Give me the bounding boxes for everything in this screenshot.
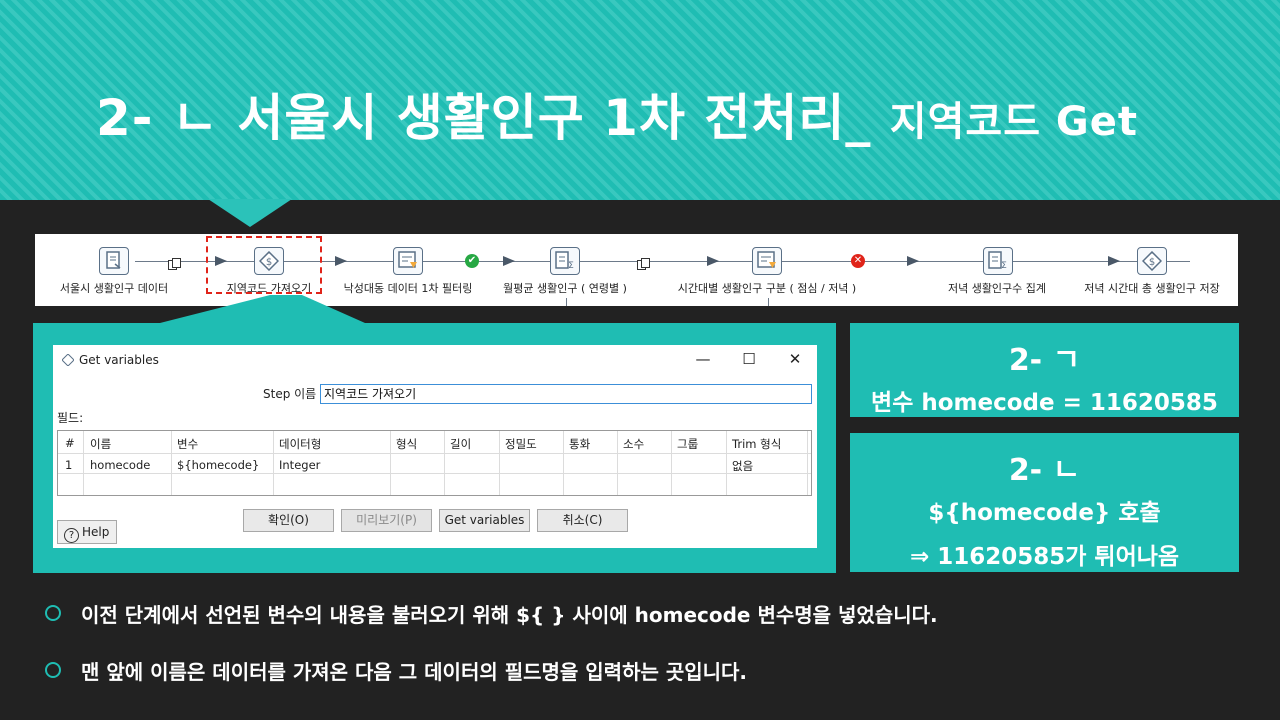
copy-hop-icon [168,255,182,270]
column-header[interactable]: 정밀도 [505,436,537,452]
bullet-item: 이전 단계에서 선언된 변수의 내용을 불러오기 위해 ${ } 사이에 hom… [45,599,938,628]
step-name-input[interactable]: 지역코드 가져오기 [320,384,812,404]
hop-arrow-icon [503,256,515,266]
info-box-call: 2- ㄴ ${homecode} 호출 ⇒ 11620585가 튀어나옴 [850,433,1239,572]
step-node-groupby-2[interactable]: Σ [983,247,1013,275]
pipeline-hop-branch [566,298,567,306]
step-node-output[interactable]: $ [1137,247,1167,275]
step-label: 시간대별 생활인구 구분 ( 점심 / 저녁 ) [677,282,857,295]
info-box-variable: 2- ㄱ 변수 homecode = 11620585 [850,323,1239,417]
table-cell-name[interactable]: homecode [90,458,150,472]
selected-step-highlight [206,236,322,294]
info-box-title: 2- ㄱ [1008,343,1081,378]
success-check-icon: ✔ [465,254,479,268]
bullet-text: 이전 단계에서 선언된 변수의 내용을 불러오기 위해 ${ } 사이에 hom… [81,603,938,627]
bullet-circle-icon [45,662,61,678]
table-cell-variable[interactable]: ${homecode} [177,458,259,472]
step-name-label: Step 이름 [263,387,317,401]
info-box-line: ⇒ 11620585가 튀어나옴 [909,544,1180,570]
help-button[interactable]: ? Help [57,520,117,544]
column-header[interactable]: 소수 [623,436,644,452]
step-label: 저녁 생활인구수 집계 [947,282,1047,295]
slide-title-sub: 지역코드 Get [889,99,1139,145]
info-box-line: ${homecode} 호출 [928,500,1161,526]
get-variables-dialog: Get variables — ☐ ✕ Step 이름 지역코드 가져오기 필드… [53,345,817,548]
ok-button[interactable]: 확인(O) [243,509,334,532]
column-header[interactable]: 길이 [450,436,471,452]
column-header[interactable]: 그룹 [677,436,698,452]
hop-arrow-icon [907,256,919,266]
step-node-groupby-1[interactable]: Σ [550,247,580,275]
table-cell-trim[interactable]: 없음 [732,458,753,474]
slide-title: 2- ㄴ 서울시 생활인구 1차 전처리_ 지역코드 Get [96,78,1138,150]
preview-button[interactable]: 미리보기(P) [341,509,432,532]
fields-table[interactable]: # 이름 변수 데이터형 형식 길이 정밀도 통화 소수 그룹 Trim 형식 … [57,430,812,496]
bullet-item: 맨 앞에 이름은 데이터를 가져온 다음 그 데이터의 필드명을 입력하는 곳입… [45,656,747,685]
table-cell-type[interactable]: Integer [279,458,320,472]
svg-text:Σ: Σ [1001,261,1007,271]
info-box-title: 2- ㄴ [1008,453,1081,488]
svg-text:$: $ [1149,257,1155,268]
info-box-line: 변수 homecode = 11620585 [871,390,1218,416]
bullet-circle-icon [45,605,61,621]
table-cell-num: 1 [65,458,73,472]
output-icon: $ [1142,251,1162,271]
error-x-icon: ✕ [851,254,865,268]
step-label: 월평균 생활인구 ( 연령별 ) [503,282,627,295]
minimize-icon[interactable]: — [693,349,713,369]
get-variables-icon [62,354,74,366]
column-header[interactable]: 이름 [90,436,111,452]
step-node-text-input[interactable] [99,247,129,275]
group-by-icon: Σ [555,251,574,271]
step-label: 저녁 시간대 총 생활인구 저장 [1084,282,1220,295]
hop-arrow-icon [335,256,347,266]
column-header[interactable]: 형식 [396,436,417,452]
help-label: Help [82,525,110,539]
step-node-filter-2[interactable] [752,247,782,275]
step-node-filter-1[interactable] [393,247,423,275]
maximize-icon[interactable]: ☐ [739,349,759,369]
pipeline-hop-branch [768,298,769,306]
column-header[interactable]: 변수 [177,436,198,452]
column-header[interactable]: Trim 형식 [732,436,781,452]
dialog-title: Get variables [79,353,159,367]
hop-arrow-icon [707,256,719,266]
cancel-button[interactable]: 취소(C) [537,509,628,532]
copy-hop-icon [637,255,651,270]
text-file-input-icon [106,251,121,269]
column-header[interactable]: 통화 [569,436,590,452]
bullet-text: 맨 앞에 이름은 데이터를 가져온 다음 그 데이터의 필드명을 입력하는 곳입… [81,660,748,684]
help-icon: ? [64,528,79,543]
hop-arrow-icon [1108,256,1120,266]
get-variables-button[interactable]: Get variables [439,509,530,532]
fields-label: 필드: [57,411,84,425]
filter-rows-icon [398,251,417,268]
svg-text:Σ: Σ [568,261,574,271]
column-header[interactable]: # [65,436,75,450]
filter-rows-icon [757,251,776,268]
group-by-icon: Σ [988,251,1007,271]
callout-pointer [160,295,365,323]
column-header[interactable]: 데이터형 [279,436,321,452]
slide-title-main: 2- ㄴ 서울시 생활인구 1차 전처리_ [96,89,872,147]
close-icon[interactable]: ✕ [785,349,805,369]
header-pointer [208,199,292,227]
